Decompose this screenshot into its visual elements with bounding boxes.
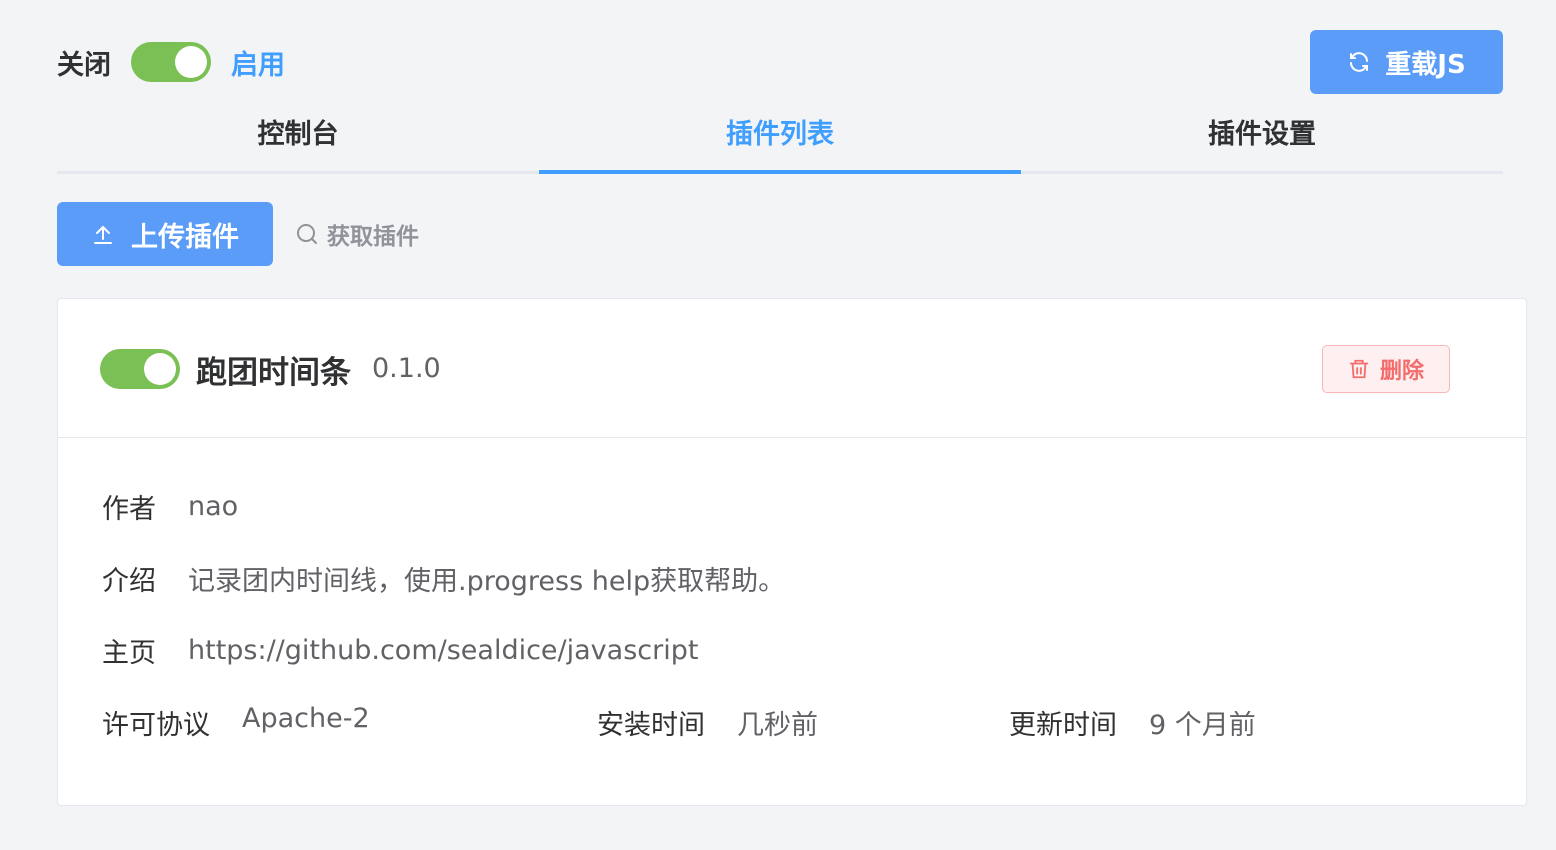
description-label: 介绍 — [102, 566, 156, 597]
tab-plugin-settings[interactable]: 插件设置 — [1021, 104, 1503, 171]
license-value: Apache-2 — [242, 703, 370, 734]
author-row: 作者 nao — [102, 487, 238, 526]
installed-group: 安装时间 几秒前 — [597, 703, 818, 742]
plugin-card-header: 跑团时间条 0.1.0 删除 — [58, 299, 1526, 438]
switch-off-label[interactable]: 关闭 — [57, 43, 111, 82]
installed-label: 安装时间 — [597, 710, 705, 741]
author-value: nao — [188, 491, 239, 522]
description-row: 介绍 记录团内时间线，使用.progress help获取帮助。 — [102, 559, 785, 598]
homepage-label: 主页 — [102, 638, 156, 669]
search-icon — [297, 224, 317, 244]
homepage-row: 主页 https://github.com/sealdice/javascrip… — [102, 631, 698, 670]
homepage-link[interactable]: https://github.com/sealdice/javascript — [188, 635, 698, 666]
fetch-plugin-label: 获取插件 — [327, 224, 419, 250]
description-value: 记录团内时间线，使用.progress help获取帮助。 — [188, 566, 786, 597]
tab-bar: 控制台 插件列表 插件设置 — [57, 104, 1503, 174]
plugin-version: 0.1.0 — [372, 353, 441, 384]
plugin-enable-switch[interactable] — [100, 349, 180, 389]
reload-js-button[interactable]: 重载JS — [1310, 30, 1503, 94]
tab-console[interactable]: 控制台 — [57, 104, 539, 171]
switch-on-label[interactable]: 启用 — [231, 43, 285, 82]
refresh-icon — [1350, 52, 1369, 72]
switch-knob — [144, 353, 176, 385]
plugin-name: 跑团时间条 — [196, 355, 351, 391]
license-group: 许可协议 Apache-2 — [102, 703, 370, 742]
tab-plugin-list[interactable]: 插件列表 — [539, 104, 1021, 174]
master-switch-group: 关闭 启用 — [57, 42, 285, 82]
license-label: 许可协议 — [102, 710, 210, 741]
delete-plugin-button[interactable]: 删除 — [1322, 345, 1450, 393]
updated-value: 9 个月前 — [1149, 710, 1256, 741]
upload-icon — [94, 225, 112, 244]
switch-knob — [175, 46, 207, 78]
installed-value: 几秒前 — [737, 710, 818, 741]
master-toggle-switch[interactable] — [131, 42, 211, 82]
top-bar: 关闭 启用 重载JS — [57, 30, 1503, 94]
plugin-card: 跑团时间条 0.1.0 删除 作者 nao 介绍 记录团内时间线，使用.prog… — [57, 298, 1527, 806]
fetch-plugin-button[interactable]: 获取插件 — [295, 218, 419, 250]
reload-js-label: 重载JS — [1385, 49, 1466, 80]
updated-group: 更新时间 9 个月前 — [1009, 703, 1256, 742]
upload-plugin-label: 上传插件 — [131, 221, 239, 253]
author-label: 作者 — [102, 494, 156, 525]
updated-label: 更新时间 — [1009, 710, 1117, 741]
trash-icon — [1349, 359, 1369, 379]
upload-plugin-button[interactable]: 上传插件 — [57, 202, 273, 266]
delete-plugin-label: 删除 — [1379, 359, 1424, 384]
